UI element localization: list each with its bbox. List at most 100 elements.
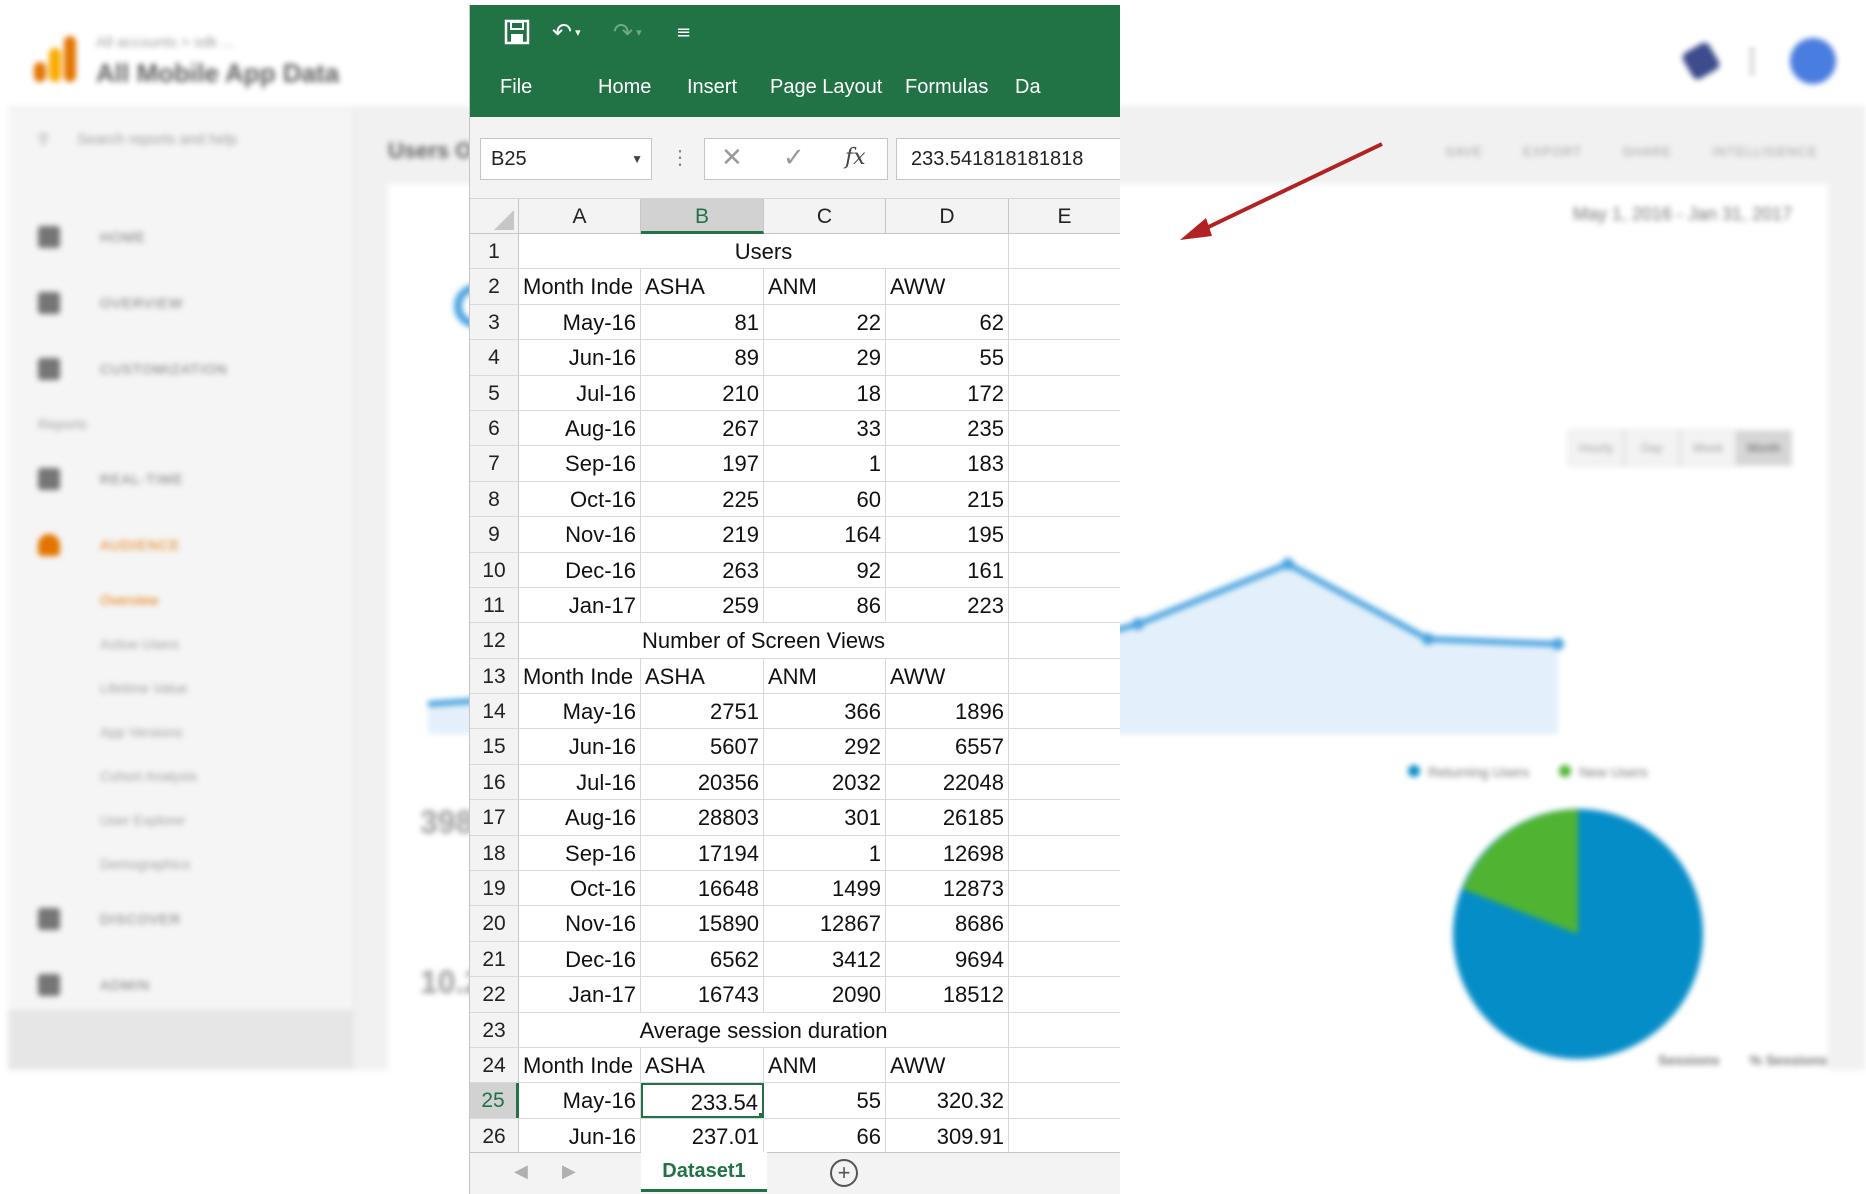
next-sheet-icon[interactable]: ▶	[562, 1161, 576, 1182]
cell-b[interactable]: 197	[641, 446, 764, 481]
row-header[interactable]: 26	[470, 1118, 519, 1154]
cell-d[interactable]: 26185	[886, 800, 1009, 835]
cell-d[interactable]: 22048	[886, 764, 1009, 800]
enter-check-icon[interactable]: ✓	[783, 143, 805, 173]
cell-e[interactable]	[1009, 1119, 1120, 1153]
cell-a[interactable]: Aug-16	[519, 800, 641, 835]
column-header-a[interactable]: A	[519, 199, 641, 234]
cell-c[interactable]: 29	[764, 340, 886, 375]
row-header[interactable]: 13	[470, 658, 519, 694]
row-header[interactable]: 11	[470, 587, 519, 623]
cell-d[interactable]: 6557	[886, 729, 1009, 764]
cell-c[interactable]: 12867	[764, 906, 886, 941]
cell-a[interactable]: Oct-16	[519, 481, 641, 517]
cell-d[interactable]: 161	[886, 552, 1009, 587]
cell-a[interactable]: Month Inde	[519, 1047, 641, 1083]
cell-a[interactable]: Month Inde	[519, 269, 641, 304]
name-box[interactable]: B25 ▼	[480, 138, 652, 180]
row-header[interactable]: 6	[470, 410, 519, 446]
cell-c[interactable]: ANM	[764, 1047, 886, 1083]
row-header[interactable]: 1	[470, 234, 519, 269]
cell-c[interactable]: 1499	[764, 871, 886, 906]
cancel-icon[interactable]: ✕	[721, 143, 743, 173]
row-header[interactable]: 22	[470, 977, 519, 1012]
cell-a[interactable]: Nov-16	[519, 517, 641, 552]
cell-d[interactable]: AWW	[886, 658, 1009, 694]
cell-a[interactable]: Aug-16	[519, 410, 641, 446]
cell-a[interactable]: Jun-16	[519, 729, 641, 764]
chevron-down-icon[interactable]: ▼	[631, 139, 643, 179]
cell-b[interactable]: 81	[641, 304, 764, 340]
cell-c[interactable]: 22	[764, 304, 886, 340]
row-header[interactable]: 19	[470, 871, 519, 906]
cell-d[interactable]: AWW	[886, 269, 1009, 304]
row-header[interactable]: 5	[470, 375, 519, 410]
column-header-e[interactable]: E	[1009, 199, 1120, 234]
cell-c[interactable]: 18	[764, 375, 886, 410]
cell-e[interactable]	[1009, 305, 1120, 339]
cell-c[interactable]: 92	[764, 552, 886, 587]
row-header[interactable]: 15	[470, 729, 519, 764]
insert-function-icon[interactable]: fx	[845, 145, 866, 170]
row-header[interactable]: 25	[470, 1083, 519, 1118]
tab-formulas[interactable]: Formulas	[905, 61, 988, 117]
cell-b[interactable]: ASHA	[641, 1047, 764, 1083]
row-header[interactable]: 16	[470, 764, 519, 800]
cell-b[interactable]: 237.01	[641, 1118, 764, 1154]
row-header[interactable]: 10	[470, 552, 519, 587]
tab-da[interactable]: Da	[1015, 61, 1041, 117]
cell-a[interactable]: Dec-16	[519, 552, 641, 587]
customize-qat-icon[interactable]: ≡	[676, 17, 691, 47]
cell-b[interactable]: 15890	[641, 906, 764, 941]
section-title-cell[interactable]: Users	[519, 234, 1009, 269]
cell-b[interactable]: 2751	[641, 694, 764, 729]
row-header[interactable]: 17	[470, 800, 519, 835]
cell-d[interactable]: 320.32	[886, 1083, 1009, 1118]
cell-c[interactable]: 66	[764, 1118, 886, 1154]
cell-e[interactable]	[1009, 836, 1120, 870]
cell-b[interactable]: 5607	[641, 729, 764, 764]
cell-b[interactable]: 28803	[641, 800, 764, 835]
cell-e[interactable]	[1009, 269, 1120, 303]
cell-d[interactable]: 62	[886, 304, 1009, 340]
cell-b[interactable]: 210	[641, 375, 764, 410]
cell-e[interactable]	[1009, 800, 1120, 834]
cell-b[interactable]: 20356	[641, 764, 764, 800]
cell-c[interactable]: ANM	[764, 658, 886, 694]
tab-insert[interactable]: Insert	[687, 61, 737, 117]
formula-input[interactable]: 233.541818181818	[896, 138, 1120, 180]
row-header[interactable]: 18	[470, 835, 519, 871]
row-header[interactable]: 3	[470, 304, 519, 340]
cell-a[interactable]: Jul-16	[519, 375, 641, 410]
cell-c[interactable]: 3412	[764, 941, 886, 977]
cell-c[interactable]: 1	[764, 446, 886, 481]
tab-file[interactable]: File	[500, 61, 532, 117]
row-header[interactable]: 12	[470, 623, 519, 658]
cell-b[interactable]: 263	[641, 552, 764, 587]
cell-a[interactable]: Dec-16	[519, 941, 641, 977]
cell-d[interactable]: 12873	[886, 871, 1009, 906]
cell-b[interactable]: ASHA	[641, 658, 764, 694]
cell-e[interactable]	[1009, 694, 1120, 728]
section-title-cell[interactable]: Average session duration	[519, 1012, 1009, 1047]
cell-e[interactable]	[1009, 871, 1120, 905]
redo-icon[interactable]: ↷ ▾	[613, 17, 642, 47]
cell-d[interactable]: 18512	[886, 977, 1009, 1012]
cell-a[interactable]: Jan-17	[519, 587, 641, 623]
cell-d[interactable]: 8686	[886, 906, 1009, 941]
cell-a[interactable]: Sep-16	[519, 446, 641, 481]
cell-a[interactable]: Sep-16	[519, 835, 641, 871]
cell-e[interactable]	[1009, 765, 1120, 799]
cell-c[interactable]: 2032	[764, 764, 886, 800]
cell-a[interactable]: Nov-16	[519, 906, 641, 941]
select-all-corner[interactable]	[470, 199, 519, 234]
cell-e[interactable]	[1009, 1048, 1120, 1082]
cell-b[interactable]: 259	[641, 587, 764, 623]
cell-b[interactable]: 16743	[641, 977, 764, 1012]
previous-sheet-icon[interactable]: ◀	[514, 1161, 528, 1182]
cell-e[interactable]	[1009, 340, 1120, 374]
tab-page-layout[interactable]: Page Layout	[770, 61, 882, 117]
cell-c[interactable]: 366	[764, 694, 886, 729]
row-header[interactable]: 23	[470, 1012, 519, 1047]
cell-e[interactable]	[1009, 623, 1120, 657]
